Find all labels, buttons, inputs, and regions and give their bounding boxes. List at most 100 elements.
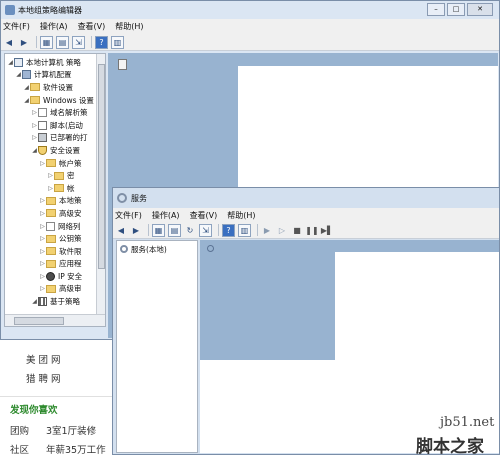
play-alt-icon[interactable]: ▷ [276, 224, 288, 236]
tree-node[interactable]: ▷ 脚本(启动 [5, 119, 97, 132]
menu-file[interactable]: 文件(F) [3, 21, 30, 32]
expand-arrow-icon[interactable]: ▷ [47, 185, 54, 192]
tree-node[interactable]: ▷ 帐户策 [5, 157, 97, 170]
svc-help-icon[interactable]: ? [222, 223, 235, 237]
expand-arrow-icon[interactable]: ▷ [47, 172, 54, 179]
services-local-node[interactable]: 服务(本地) [117, 241, 197, 256]
tree-node[interactable]: ◢ Windows 设置 [5, 94, 97, 107]
tree-node[interactable]: ▷ 网络列 [5, 220, 97, 233]
svc-menu-view[interactable]: 查看(V) [190, 210, 218, 221]
tree-node[interactable]: ▷ 公钥策 [5, 232, 97, 245]
tree-node-label: 帐 [67, 183, 75, 193]
help-icon[interactable]: ? [95, 35, 108, 49]
tree-hscroll-thumb[interactable] [14, 317, 64, 325]
expand-arrow-icon[interactable]: ◢ [15, 71, 22, 78]
row-link-decoration[interactable]: 3室1厅装修 [46, 423, 96, 437]
minimize-button[interactable]: – [427, 3, 445, 16]
toolbar-separator [148, 224, 149, 236]
expand-arrow-icon[interactable]: ▷ [31, 109, 38, 116]
document-icon [38, 108, 47, 118]
svc-console-tree-icon[interactable]: ▦ [152, 223, 165, 237]
expand-arrow-icon[interactable]: ◢ [31, 298, 38, 305]
network-icon [46, 271, 55, 281]
restart-icon[interactable]: ▶▌ [321, 224, 333, 236]
export-list-icon[interactable]: ⇲ [72, 35, 85, 49]
menu-action[interactable]: 操作(A) [40, 21, 68, 32]
expand-arrow-icon[interactable]: ▷ [39, 197, 46, 204]
row-tag-tuangou: 团购 [10, 426, 30, 437]
properties-icon[interactable]: ▤ [56, 35, 69, 49]
svc-menu-action[interactable]: 操作(A) [152, 210, 180, 221]
nav-link-meituan[interactable]: 美 团 网 [26, 352, 61, 366]
expand-arrow-icon[interactable]: ▷ [39, 273, 46, 280]
expand-arrow-icon[interactable]: ◢ [7, 59, 14, 66]
forward-arrow-icon[interactable]: ▶ [18, 36, 30, 48]
services-menubar: 文件(F) 操作(A) 查看(V) 帮助(H) [113, 208, 499, 222]
svc-menu-help[interactable]: 帮助(H) [227, 210, 255, 221]
tree-node[interactable]: ▷ 域名解析策 [5, 106, 97, 119]
tree-scroll-thumb[interactable] [98, 64, 105, 269]
expand-arrow-icon[interactable]: ▷ [39, 285, 46, 292]
expand-arrow-icon[interactable]: ◢ [23, 84, 30, 91]
expand-arrow-icon[interactable]: ▷ [39, 260, 46, 267]
expand-arrow-icon[interactable]: ◢ [31, 147, 38, 154]
policy-icon [14, 57, 23, 67]
play-icon[interactable]: ▶ [261, 224, 273, 236]
expand-arrow-icon[interactable]: ▷ [39, 210, 46, 217]
tree-node[interactable]: ▷ 软件限 [5, 245, 97, 258]
toolbar-separator [218, 224, 219, 236]
svc-refresh-icon[interactable]: ↻ [184, 224, 196, 236]
tree-node[interactable]: ▷ 本地策 [5, 195, 97, 208]
tree-node[interactable]: ▷ 高级审 [5, 283, 97, 296]
gp-titlebar[interactable]: 本地组策略编辑器 – □ ✕ [1, 1, 499, 19]
tree-node[interactable]: ◢ 本地计算机 策略 [5, 56, 97, 69]
tree-node[interactable]: ▷ IP 安全 [5, 270, 97, 283]
tree-node[interactable]: ◢ 安全设置 [5, 144, 97, 157]
gp-toolbar: ◀ ▶ ▦ ▤ ⇲ ? ▥ [1, 34, 499, 51]
tree-horizontal-scrollbar[interactable] [5, 314, 105, 326]
svc-menu-file[interactable]: 文件(F) [115, 210, 142, 221]
folder-icon [54, 171, 64, 180]
maximize-button[interactable]: □ [447, 3, 465, 16]
gp-tree-pane[interactable]: ◢ 本地计算机 策略 ◢ 计算机配置 ◢ 软件设置 ◢ Windows 设置 ▷ 域名解析策 ▷ 脚本… [4, 53, 106, 327]
folder-icon [54, 184, 64, 193]
tree-node[interactable]: ▷ 高级安 [5, 207, 97, 220]
svc-properties-icon[interactable]: ▤ [168, 223, 181, 237]
menu-help[interactable]: 帮助(H) [115, 21, 143, 32]
expand-arrow-icon[interactable]: ◢ [23, 97, 30, 104]
chart-icon [38, 297, 47, 307]
nav-link-liepin[interactable]: 猎 聘 网 [26, 371, 61, 385]
expand-arrow-icon[interactable]: ▷ [39, 235, 46, 242]
shield-icon [38, 145, 47, 155]
svc-export-icon[interactable]: ⇲ [199, 223, 212, 237]
tree-node[interactable]: ▷ 应用程 [5, 258, 97, 271]
expand-arrow-icon[interactable]: ▷ [31, 122, 38, 129]
expand-arrow-icon[interactable]: ▷ [39, 160, 46, 167]
menu-view[interactable]: 查看(V) [78, 21, 106, 32]
tree-node[interactable]: ▷ 帐 [5, 182, 97, 195]
services-tree-pane[interactable]: 服务(本地) [116, 240, 198, 453]
svc-forward-arrow-icon[interactable]: ▶ [130, 224, 142, 236]
tree-node-label: 计算机配置 [34, 70, 72, 80]
back-arrow-icon[interactable]: ◀ [3, 36, 15, 48]
expand-arrow-icon[interactable]: ▷ [39, 248, 46, 255]
tree-node[interactable]: ◢ 软件设置 [5, 81, 97, 94]
expand-arrow-icon[interactable]: ▷ [31, 134, 38, 141]
close-button[interactable]: ✕ [467, 3, 493, 16]
tree-node[interactable]: ◢ 基于策略 [5, 295, 97, 308]
tree-node[interactable]: ◢ 计算机配置 [5, 69, 97, 82]
pause-icon[interactable]: ❚❚ [305, 224, 318, 236]
show-hide-icon[interactable]: ▥ [111, 35, 124, 49]
row-link-job[interactable]: 年薪35万工作 [46, 442, 106, 456]
expand-arrow-icon[interactable]: ▷ [39, 223, 46, 230]
svc-back-arrow-icon[interactable]: ◀ [115, 224, 127, 236]
tree-node[interactable]: ▷ 密 [5, 169, 97, 182]
svc-show-hide-icon[interactable]: ▥ [238, 223, 251, 237]
stop-icon[interactable]: ■ [291, 224, 303, 236]
console-tree-icon[interactable]: ▦ [40, 35, 53, 49]
document-icon [46, 221, 55, 231]
services-titlebar[interactable]: 服务 [113, 188, 499, 208]
tree-vertical-scrollbar[interactable] [96, 54, 105, 314]
tree-node-label: 本地策 [59, 196, 82, 206]
tree-node[interactable]: ▷ 已部署的打 [5, 132, 97, 145]
